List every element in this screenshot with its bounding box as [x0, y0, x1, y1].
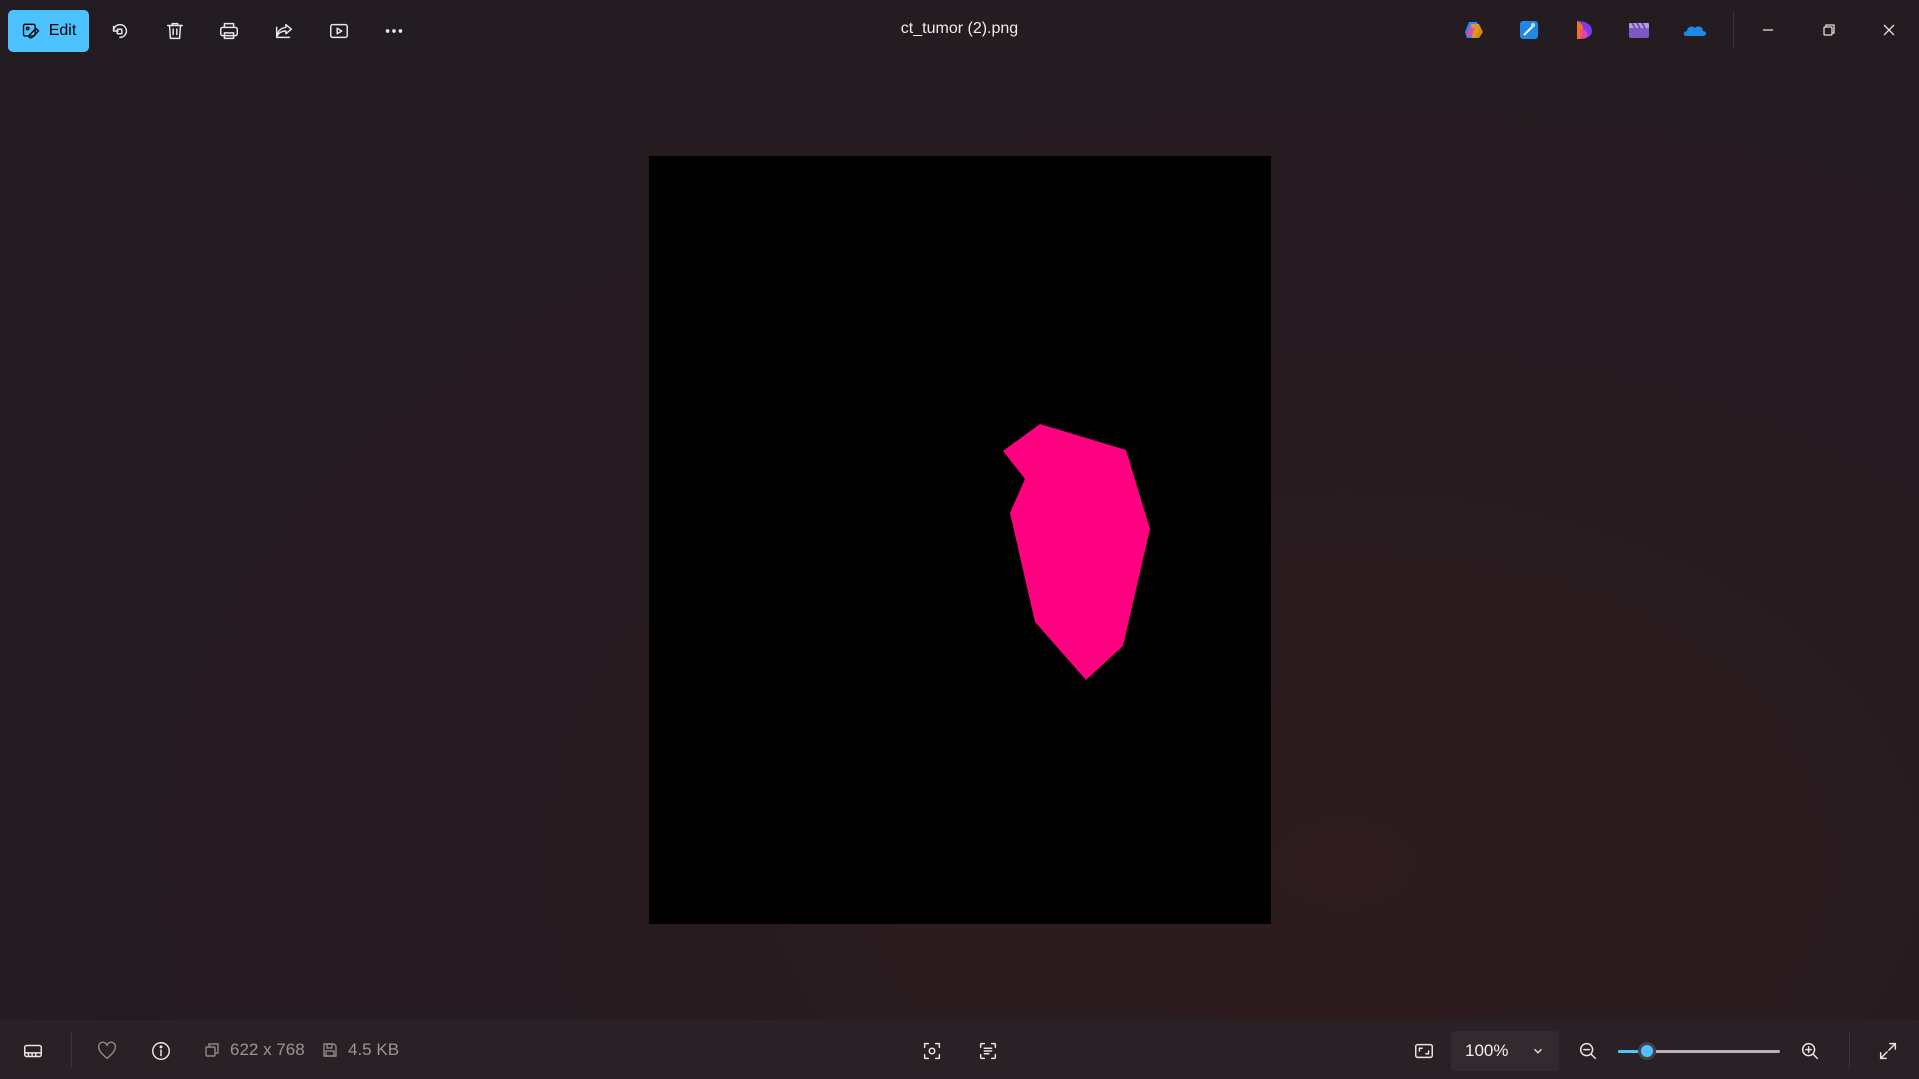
zoom-level-dropdown[interactable]: 100% — [1451, 1031, 1559, 1071]
expand-icon — [1879, 1042, 1897, 1060]
statusbar-divider — [1849, 1032, 1850, 1068]
resolution-icon — [205, 1043, 219, 1057]
title-bar: Edit ct_tumor (2).png — [0, 0, 1919, 60]
toolbar-divider — [1733, 12, 1734, 48]
restore-button[interactable] — [1809, 14, 1849, 46]
photo-editor-button[interactable] — [1515, 16, 1543, 44]
favorite-button[interactable] — [90, 1034, 124, 1068]
save-disk-icon — [323, 1043, 337, 1057]
fit-to-window-button[interactable] — [1407, 1034, 1441, 1068]
zoom-out-button[interactable] — [1571, 1034, 1605, 1068]
photo-editor-icon — [1520, 21, 1538, 39]
tumor-region-shape — [1003, 424, 1150, 680]
image-canvas[interactable] — [649, 156, 1271, 924]
copilot-icon — [1465, 22, 1483, 38]
onedrive-icon — [1683, 26, 1706, 36]
clipchamp-icon — [1629, 22, 1649, 38]
file-size-text: 4.5 KB — [348, 1040, 400, 1059]
zoom-out-icon — [1579, 1042, 1597, 1060]
close-button[interactable] — [1869, 14, 1909, 46]
image-dimensions: 622 x 768 — [204, 1040, 305, 1060]
filmstrip-icon — [24, 1044, 42, 1058]
tumor-mask-image — [1003, 424, 1150, 680]
zoom-level-value: 100% — [1465, 1041, 1509, 1060]
clipchamp-button[interactable] — [1625, 16, 1653, 44]
text-scan-icon — [979, 1042, 997, 1060]
visual-search-button[interactable] — [915, 1034, 949, 1068]
statusbar-divider — [71, 1032, 72, 1068]
zoom-slider[interactable] — [1618, 1042, 1780, 1060]
filmstrip-toggle-button[interactable] — [16, 1034, 50, 1068]
zoom-in-icon — [1801, 1042, 1819, 1060]
visual-search-icon — [923, 1042, 941, 1060]
zoom-in-button[interactable] — [1793, 1034, 1827, 1068]
designer-icon — [1577, 21, 1592, 39]
fit-screen-icon — [1415, 1043, 1433, 1059]
full-screen-button[interactable] — [1871, 1034, 1905, 1068]
restore-icon — [1823, 24, 1835, 36]
text-scan-button[interactable] — [971, 1034, 1005, 1068]
file-info-button[interactable] — [144, 1034, 178, 1068]
info-icon — [152, 1042, 170, 1060]
minimize-button[interactable] — [1748, 14, 1788, 46]
close-icon — [1883, 24, 1895, 36]
onedrive-button[interactable] — [1680, 16, 1708, 44]
dimensions-text: 622 x 768 — [230, 1040, 305, 1059]
chevron-down-icon — [1534, 1048, 1542, 1054]
status-bar: 622 x 768 4.5 KB 100% — [0, 1020, 1919, 1079]
copilot-button[interactable] — [1460, 16, 1488, 44]
designer-button[interactable] — [1570, 16, 1598, 44]
heart-icon — [97, 1041, 117, 1060]
minimize-icon — [1763, 29, 1773, 31]
file-size: 4.5 KB — [322, 1040, 399, 1060]
zoom-slider-thumb[interactable] — [1638, 1042, 1657, 1060]
